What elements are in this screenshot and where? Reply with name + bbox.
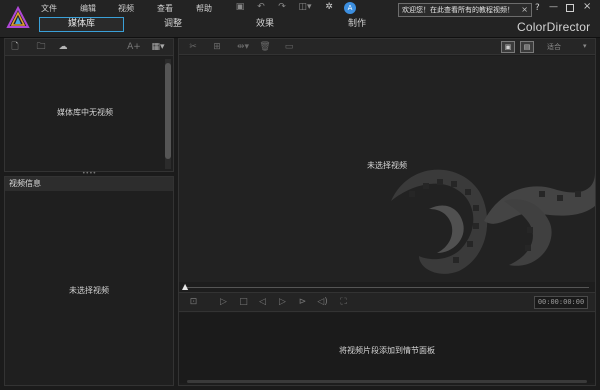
close-window-button[interactable]: × [583,1,591,12]
maximize-button[interactable] [566,4,574,12]
import-folder-icon[interactable]: 🗀 [35,41,47,53]
seek-track[interactable] [185,287,589,288]
account-icon[interactable]: A [344,2,356,14]
tab-adjust[interactable]: 调整 [164,17,182,32]
cut-icon[interactable]: ✂ [187,41,199,53]
single-view-icon[interactable]: ▣ [501,41,515,53]
menu-view[interactable]: 查看 [157,3,173,14]
tab-produce[interactable]: 制作 [348,17,366,32]
snapshot-icon[interactable]: ▣ [233,2,247,13]
storyboard-hint: 将视频片段添加到情节面板 [339,346,435,355]
preview-area: 未选择视频 [179,56,595,282]
storyboard-scrollbar[interactable] [187,380,587,383]
volume-icon[interactable]: ◁) [316,296,329,309]
stop-icon[interactable]: □ [237,296,250,309]
menu-file[interactable]: 文件 [41,3,57,14]
next-frame-icon[interactable]: ▷ [276,296,289,309]
tutorial-notification[interactable]: 欢迎您！在此查看所有的教程视频！ × [398,3,532,17]
seek-bar[interactable]: ▲ [179,282,595,292]
film-reel-watermark-icon [389,161,595,279]
library-scrollbar[interactable] [165,59,171,169]
app-logo-icon [6,5,30,30]
compare-view-icon[interactable]: ▤ [520,41,534,53]
sort-icon[interactable]: A+ [125,41,143,53]
fast-forward-icon[interactable]: ⊳ [296,296,309,309]
minimize-button[interactable]: — [549,2,558,12]
video-info-empty-message: 未选择视频 [69,286,109,295]
video-info-header: 视频信息 [5,177,173,191]
note-icon[interactable]: ▭ [283,41,295,53]
panel-splitter[interactable]: •••• [82,171,96,177]
delete-icon[interactable]: 🗑 [259,41,271,53]
brand-name: ColorDirector [517,20,591,34]
library-toolbar: 🗋 🗀 ☁ A+ ▦▾ [5,39,173,56]
play-icon[interactable]: ▷ [217,296,230,309]
cloud-icon[interactable]: ☁ [57,41,69,53]
library-empty-message: 媒体库中无视频 [57,108,113,117]
storyboard-panel: 将视频片段添加到情节面板 [179,313,595,383]
library-scroll-thumb[interactable] [165,63,171,159]
redo-icon[interactable]: ↷ [275,2,289,13]
notification-text: 欢迎您！在此查看所有的教程视频！ [402,6,514,14]
transport-controls: ⊡ ▷ □ ◁ ▷ ⊳ ◁) ⛶ 00:00:00:00 [179,292,595,312]
seek-thumb-icon[interactable]: ▲ [182,282,188,291]
compare-icon[interactable]: ◫▾ [296,2,314,13]
undo-icon[interactable]: ↶ [254,2,268,13]
grid-view-icon[interactable]: ▦▾ [149,41,167,53]
menu-video[interactable]: 视频 [118,3,134,14]
split-icon[interactable]: ⇹▾ [235,41,251,53]
settings-icon[interactable]: ✲ [322,2,336,13]
help-button[interactable]: ? [535,3,540,13]
sort-label: A+ [127,42,141,52]
preview-toolbar: ✂ ⊞ ⇹▾ 🗑 ▭ ▣ ▤ 适合 ▾ [179,39,595,55]
title-bar: 文件 编辑 视频 查看 帮助 ▣ ↶ ↷ ◫▾ ✲ A 欢迎您！在此查看所有的教… [0,0,600,38]
previous-frame-icon[interactable]: ◁ [256,296,269,309]
menu-edit[interactable]: 编辑 [80,3,96,14]
zoom-fit-select[interactable]: 适合 [547,42,561,52]
video-info-panel: 视频信息 未选择视频 [4,176,174,386]
media-library-panel: 🗋 🗀 ☁ A+ ▦▾ 媒体库中无视频 [4,38,174,172]
fullscreen-icon[interactable]: ⛶ [337,296,350,309]
chevron-down-icon[interactable]: ▾ [583,42,587,50]
timecode-display: 00:00:00:00 [534,296,588,309]
notification-close-icon[interactable]: × [521,4,528,16]
menu-help[interactable]: 帮助 [196,3,212,14]
tab-effects[interactable]: 效果 [256,17,274,32]
editor-pane: ✂ ⊞ ⇹▾ 🗑 ▭ ▣ ▤ 适合 ▾ 未选择视频 ▲ ⊡ ▷ □ ◁ ▷ ⊳ … [178,38,596,386]
tab-media-library[interactable]: 媒体库 [39,17,124,32]
playback-mode-icon[interactable]: ⊡ [187,296,200,309]
crop-icon[interactable]: ⊞ [211,41,223,53]
import-file-icon[interactable]: 🗋 [9,41,21,53]
